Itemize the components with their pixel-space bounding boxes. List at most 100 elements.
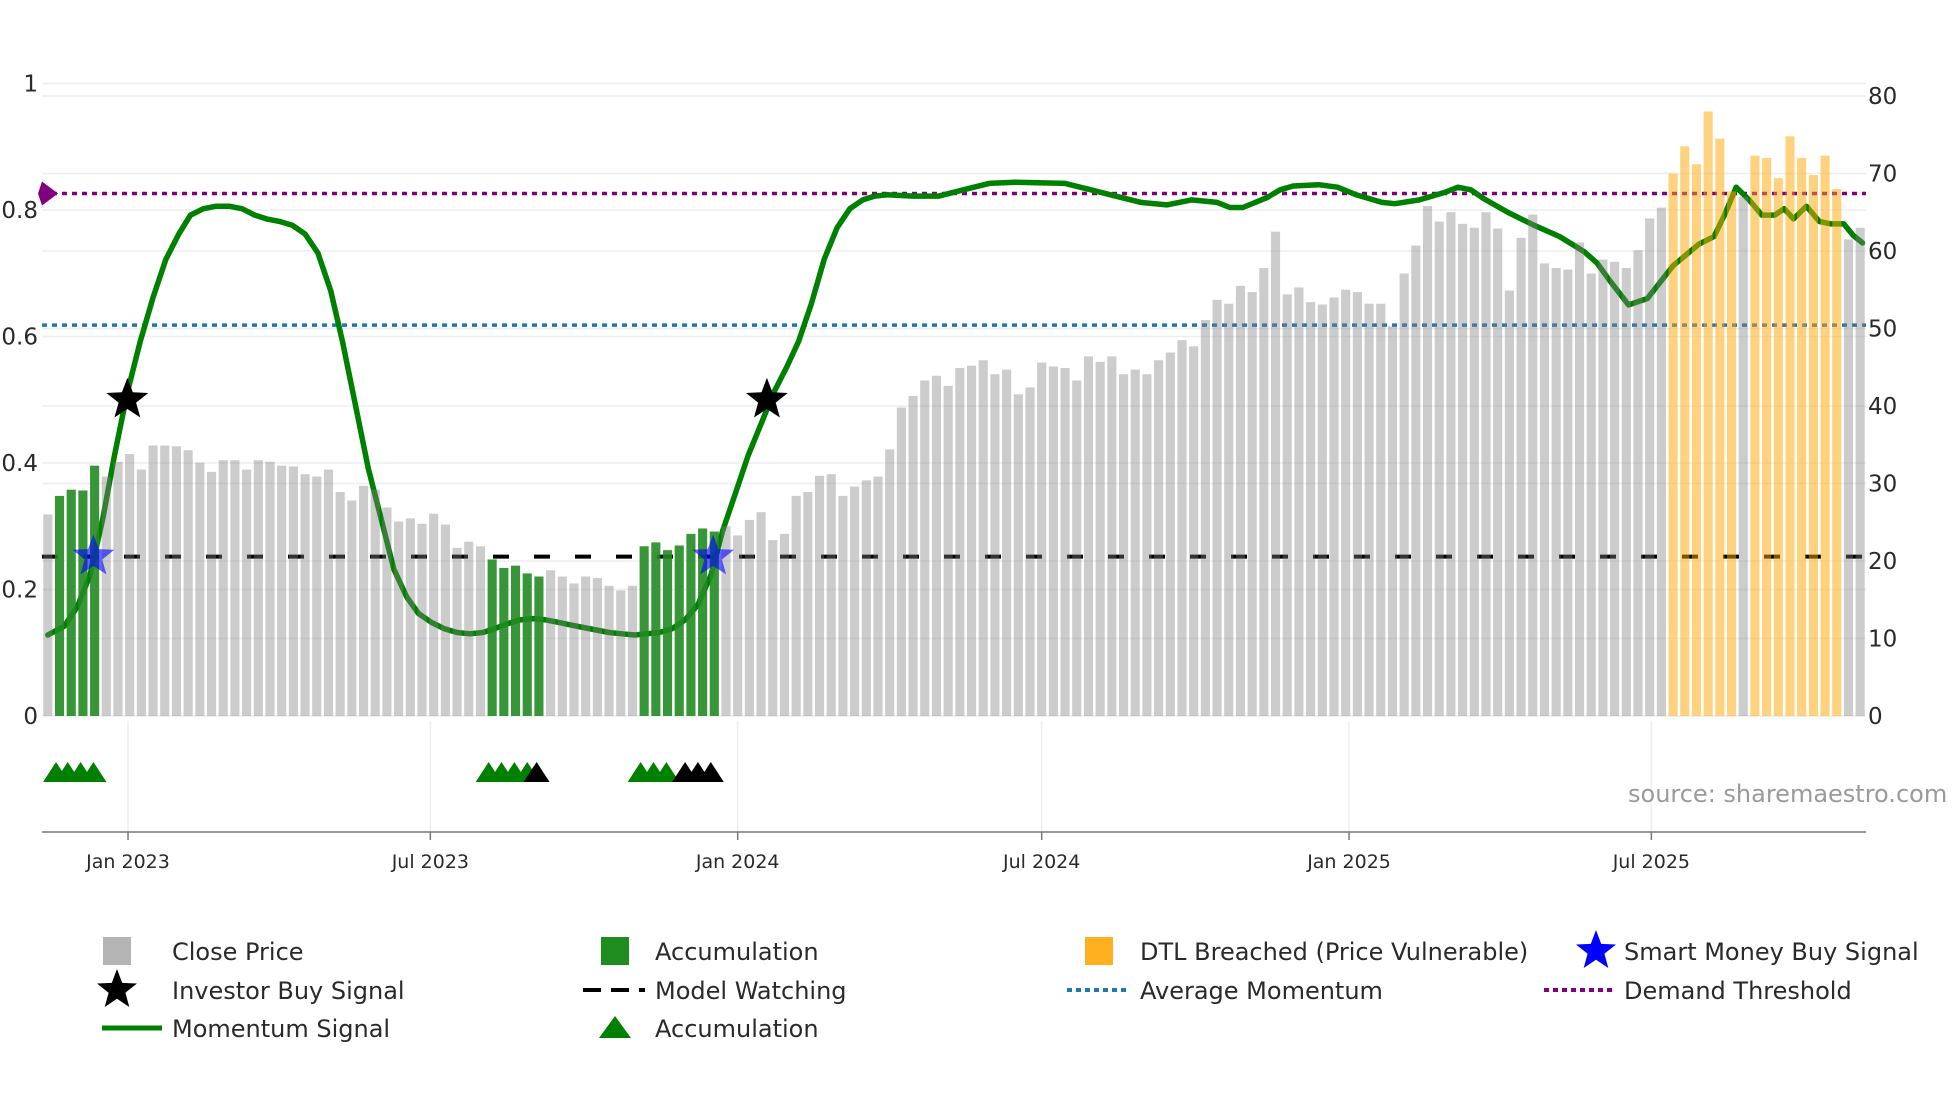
bar-close-price: [1446, 212, 1456, 716]
x-axis-tick: Jan 2023: [85, 851, 170, 873]
legend-item-demand-threshold: Demand Threshold: [1544, 977, 1852, 1005]
bar-close-price: [1212, 299, 1222, 716]
x-axis-tick: Jan 2025: [1306, 851, 1391, 873]
bar-close-price: [171, 446, 182, 716]
bar-close-price: [604, 585, 614, 716]
bar-dtl-breached: [1820, 155, 1830, 717]
bar-close-price: [1329, 297, 1339, 716]
legend-label: Demand Threshold: [1624, 977, 1852, 1005]
bar-close-price: [1493, 228, 1503, 716]
bar-close-price: [1469, 227, 1479, 716]
legend-item-accumulation: Accumulation: [601, 937, 819, 966]
bar-close-price: [1224, 303, 1234, 716]
bar-close-price: [873, 476, 883, 716]
investor-buy-star: [106, 377, 149, 418]
bar-close-price: [1528, 214, 1538, 716]
bar-close-price: [1259, 268, 1269, 716]
bar-close-price: [218, 460, 228, 716]
bar-close-price: [148, 445, 158, 716]
bar-close-price: [1586, 273, 1596, 716]
bar-close-price: [791, 495, 801, 716]
right-axis-tick: 20: [1868, 549, 1897, 575]
legend-item-momentum-signal: Momentum Signal: [102, 1015, 390, 1043]
source-note: source: sharemaestro.com: [1628, 780, 1947, 808]
bar-close-price: [1142, 374, 1152, 716]
right-axis-tick: 10: [1868, 627, 1897, 653]
bar-close-price: [382, 507, 392, 716]
bar-close-price: [627, 585, 638, 716]
bar-close-price: [405, 518, 415, 716]
bar-accumulation: [66, 489, 76, 716]
bar-close-price: [1083, 356, 1094, 716]
bar-close-price: [1516, 237, 1526, 716]
legend-label: Close Price: [172, 938, 304, 966]
bar-accumulation: [662, 550, 673, 716]
bar-close-price: [1282, 294, 1292, 716]
bar-close-price: [1352, 292, 1362, 716]
bar-close-price: [592, 578, 602, 716]
x-axis-tick: Jul 2023: [391, 851, 469, 873]
bar-dtl-breached: [1832, 189, 1842, 716]
bar-dtl-breached: [1691, 164, 1702, 716]
bar-close-price: [417, 523, 427, 716]
bar-close-price: [429, 513, 439, 716]
legend-item-accumulation: Accumulation: [599, 1015, 819, 1043]
bar-close-price: [850, 486, 860, 716]
bar-close-price: [581, 576, 591, 716]
bar-close-price: [1610, 261, 1620, 716]
bar-accumulation: [639, 546, 649, 716]
bar-close-price: [931, 375, 942, 716]
legend-triangle-icon: [599, 1016, 631, 1038]
bar-close-price: [826, 474, 836, 716]
bar-close-price: [394, 521, 404, 716]
left-axis-tick: 0.2: [1, 578, 38, 604]
legend-label: Smart Money Buy Signal: [1624, 938, 1919, 966]
bar-close-price: [113, 461, 123, 716]
right-axis-tick: 40: [1868, 394, 1897, 420]
legend-label: DTL Breached (Price Vulnerable): [1140, 938, 1528, 966]
bar-close-price: [440, 524, 450, 716]
bar-close-price: [569, 583, 579, 716]
legend-label: Investor Buy Signal: [172, 977, 405, 1005]
bar-dtl-breached: [1773, 178, 1783, 716]
x-axis-tick: Jul 2025: [1612, 851, 1690, 873]
legend-item-average-momentum: Average Momentum: [1067, 977, 1383, 1005]
left-axis-tick: 0.4: [1, 451, 38, 477]
bar-close-price: [358, 485, 369, 716]
bar-close-price: [885, 449, 895, 716]
bar-close-price: [1013, 394, 1023, 716]
bar-close-price: [546, 570, 556, 716]
legend-square-icon: [103, 937, 131, 965]
bar-dtl-breached: [1703, 111, 1713, 716]
bar-close-price: [206, 471, 217, 716]
bar-close-price: [1235, 285, 1246, 716]
bar-accumulation: [54, 495, 65, 716]
bar-close-price: [1154, 360, 1164, 716]
bar-close-price: [452, 547, 462, 716]
bar-dtl-breached: [1808, 175, 1818, 717]
bar-close-price: [838, 495, 848, 716]
bar-close-price: [1411, 245, 1421, 716]
bar-close-price: [966, 365, 977, 716]
bar-close-price: [1574, 242, 1585, 716]
legend-star-icon: [97, 969, 137, 1007]
legend-star-icon: [1576, 930, 1616, 968]
bar-close-price: [920, 380, 930, 716]
bar-close-price: [43, 514, 53, 716]
bar-close-price: [195, 462, 205, 716]
bar-close-price: [1458, 223, 1468, 716]
bar-accumulation: [651, 542, 661, 716]
momentum-chart: 00.20.40.60.8101020304050607080Jan 2023 J…: [1, 72, 1947, 1044]
bar-close-price: [955, 368, 965, 716]
bar-close-price: [779, 533, 790, 716]
bar-close-price: [1422, 206, 1433, 717]
bar-close-price: [277, 465, 287, 716]
bar-dtl-breached: [1797, 158, 1807, 716]
legend-label: Momentum Signal: [172, 1015, 390, 1043]
bar-close-price: [1270, 231, 1281, 716]
bar-close-price: [768, 540, 778, 716]
bar-close-price: [1002, 369, 1012, 716]
bar-close-price: [1060, 368, 1070, 716]
bar-close-price: [744, 519, 754, 716]
legend-item-dtl-breached-price-vulnerable-: DTL Breached (Price Vulnerable): [1085, 937, 1528, 966]
